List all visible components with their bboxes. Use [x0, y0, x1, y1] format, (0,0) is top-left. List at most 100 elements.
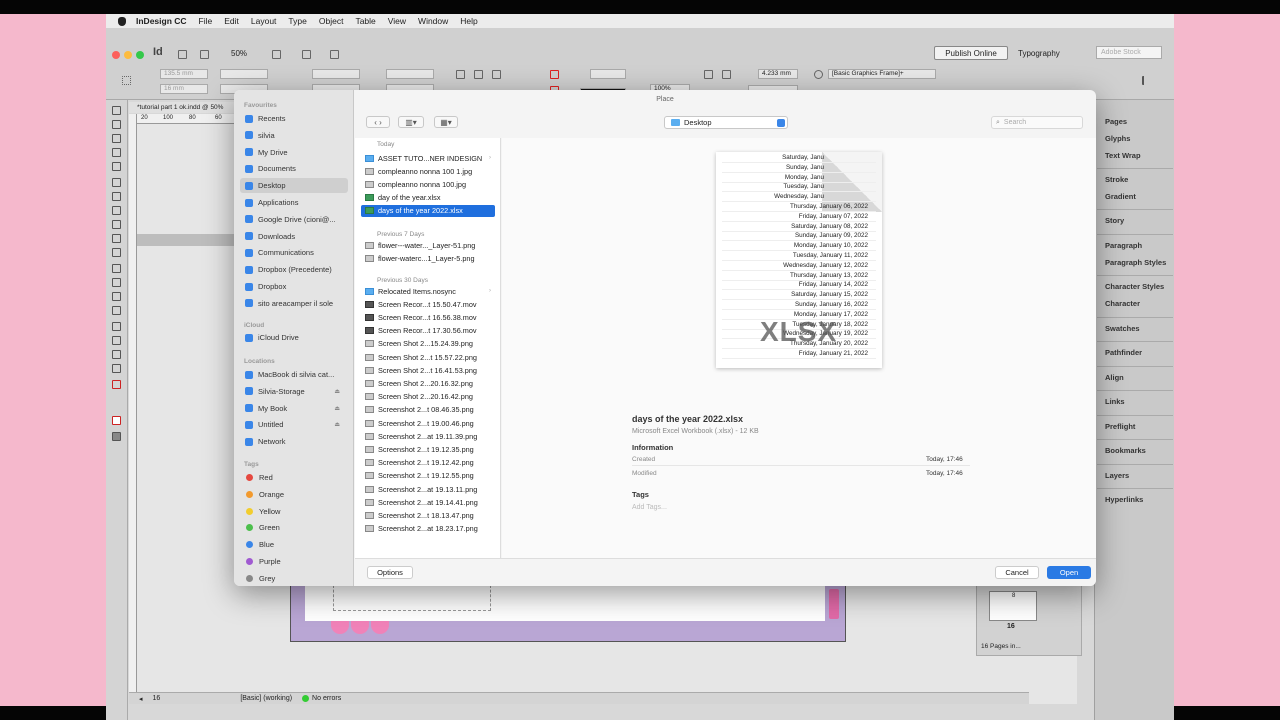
file-row[interactable]: Screenshot 2...t 19.12.35.png	[361, 443, 495, 455]
file-row[interactable]: ASSET TUTO...NER INDESIGN ›	[361, 152, 495, 164]
stroke-offset-field[interactable]: 4.233 mm	[758, 69, 798, 79]
width-field[interactable]	[220, 69, 268, 79]
sidebar-item-macbook-di-silvia-cat-[interactable]: MacBook di silvia cat...	[240, 367, 348, 382]
panel-pages[interactable]: Pages	[1105, 117, 1127, 126]
fitting-content-icon[interactable]	[722, 70, 731, 79]
file-row[interactable]: Screen Shot 2...t 16.41.53.png	[361, 364, 495, 376]
view-options-icon[interactable]	[272, 50, 281, 59]
back-forward-buttons[interactable]: ‹ ›	[366, 116, 390, 128]
file-row[interactable]: Screenshot 2...at 19.11.39.png	[361, 430, 495, 442]
gradient-feather-tool-icon[interactable]	[112, 306, 121, 315]
file-row[interactable]: Screenshot 2...t 08.46.35.png	[361, 404, 495, 416]
file-row[interactable]: day of the year.xlsx	[361, 192, 495, 204]
menu-edit[interactable]: Edit	[224, 16, 239, 26]
sidebar-tag-purple[interactable]: Purple	[240, 554, 348, 569]
sidebar-item-google-drive-cioni-[interactable]: Google Drive (cioni@...	[240, 212, 348, 227]
menu-layout[interactable]: Layout	[251, 16, 277, 26]
panel-links[interactable]: Links	[1105, 397, 1125, 406]
sidebar-item-communications[interactable]: Communications	[240, 245, 348, 260]
search-input[interactable]: ⌕ Search	[991, 116, 1083, 129]
panel-gradient[interactable]: Gradient	[1105, 192, 1136, 201]
close-window-button[interactable]	[112, 51, 120, 59]
eject-icon[interactable]: ⏏	[334, 405, 340, 412]
fitting-icon[interactable]	[704, 70, 713, 79]
panel-paragraph[interactable]: Paragraph	[1105, 241, 1142, 250]
sidebar-item-desktop[interactable]: Desktop	[240, 178, 348, 194]
file-row[interactable]: compleanno nonna 100 1.jpg	[361, 165, 495, 177]
file-row[interactable]: Screen Shot 2...20.16.42.png	[361, 391, 495, 403]
y-position-field[interactable]: 16 mm	[160, 84, 208, 94]
lightning-icon[interactable]	[1142, 76, 1151, 85]
eyedropper-tool-icon[interactable]	[112, 336, 121, 345]
text-frame[interactable]	[333, 585, 491, 611]
adobe-stock-search[interactable]: Adobe Stock	[1096, 46, 1162, 59]
sidebar-tag-orange[interactable]: Orange	[240, 487, 348, 502]
panel-swatches[interactable]: Swatches	[1105, 324, 1140, 333]
reference-point-icon[interactable]	[122, 76, 131, 85]
panel-preflight[interactable]: Preflight	[1105, 422, 1135, 431]
panel-layers[interactable]: Layers	[1105, 471, 1129, 480]
panel-align[interactable]: Align	[1105, 373, 1124, 382]
file-row[interactable]: days of the year 2022.xlsx	[361, 204, 495, 217]
screen-mode-tool-icon[interactable]	[112, 432, 121, 441]
sidebar-item-sito-areacamper-il-sole[interactable]: sito areacamper il sole	[240, 296, 348, 311]
file-row[interactable]: Screenshot 2...t 18.13.47.png	[361, 509, 495, 521]
minimize-window-button[interactable]	[124, 51, 132, 59]
menu-object[interactable]: Object	[319, 16, 344, 26]
sidebar-tag-yellow[interactable]: Yellow	[240, 504, 348, 519]
line-tool-icon[interactable]	[112, 192, 121, 201]
file-row[interactable]: compleanno nonna 100.jpg	[361, 178, 495, 190]
publish-online-button[interactable]: Publish Online	[934, 46, 1008, 60]
content-collector-icon[interactable]	[112, 162, 121, 171]
panel-stroke[interactable]: Stroke	[1105, 175, 1128, 184]
file-row[interactable]: Screenshot 2...at 19.13.11.png	[361, 483, 495, 495]
page-thumbnail[interactable]: 8	[989, 591, 1037, 621]
panel-hyperlinks[interactable]: Hyperlinks	[1105, 495, 1143, 504]
screen-mode-icon[interactable]	[302, 50, 311, 59]
sidebar-tag-grey[interactable]: Grey	[240, 571, 348, 586]
panel-bookmarks[interactable]: Bookmarks	[1105, 446, 1146, 455]
gear-icon[interactable]	[814, 70, 823, 79]
file-row[interactable]: Screenshot 2...t 19.12.42.png	[361, 457, 495, 469]
group-icon[interactable]: ▦▾	[434, 116, 458, 128]
page-spread[interactable]	[290, 584, 846, 642]
type-tool-icon[interactable]	[112, 178, 121, 187]
free-transform-tool-icon[interactable]	[112, 278, 121, 287]
sidebar-item-dropbox-precedente-[interactable]: Dropbox (Precedente)	[240, 262, 348, 277]
preflight-status[interactable]: No errors	[312, 695, 341, 702]
sidebar-tag-green[interactable]: Green	[240, 520, 348, 535]
sidebar-item-my-drive[interactable]: My Drive	[240, 145, 348, 160]
menu-file[interactable]: File	[199, 16, 213, 26]
select-container-icon[interactable]	[492, 70, 501, 79]
flip-icon[interactable]	[474, 70, 483, 79]
panel-pathfinder[interactable]: Pathfinder	[1105, 348, 1142, 357]
sidebar-tag-red[interactable]: Red	[240, 470, 348, 485]
rectangle-frame-tool-icon[interactable]	[112, 234, 121, 243]
gap-tool-icon[interactable]	[112, 148, 121, 157]
location-popup[interactable]: Desktop	[664, 116, 788, 129]
file-row[interactable]: Screen Recor...t 16.56.38.mov	[361, 311, 495, 323]
menu-help[interactable]: Help	[460, 16, 477, 26]
sidebar-item-icloud-drive[interactable]: iCloud Drive	[240, 330, 348, 345]
sidebar-item-untitled[interactable]: Untitled ⏏	[240, 417, 348, 432]
sidebar-item-network[interactable]: Network	[240, 434, 348, 449]
apply-none-icon[interactable]	[112, 416, 121, 425]
preflight-profile[interactable]: [Basic] (working)	[240, 695, 292, 702]
rotation-field[interactable]	[386, 69, 434, 79]
arrange-documents-icon[interactable]	[330, 50, 339, 59]
file-row[interactable]: Relocated Items.nosync ›	[361, 285, 495, 297]
page-number-field[interactable]: 16	[153, 695, 161, 702]
panel-text-wrap[interactable]: Text Wrap	[1105, 151, 1141, 160]
add-tags-field[interactable]: Add Tags...	[632, 504, 667, 511]
sidebar-item-silvia[interactable]: silvia	[240, 128, 348, 143]
page-tool-icon[interactable]	[112, 134, 121, 143]
hand-tool-icon[interactable]	[112, 350, 121, 359]
eject-icon[interactable]: ⏏	[334, 421, 340, 428]
panel-story[interactable]: Story	[1105, 216, 1124, 225]
zoom-tool-icon[interactable]	[112, 364, 121, 373]
sidebar-item-documents[interactable]: Documents	[240, 161, 348, 176]
file-row[interactable]: Screen Recor...t 15.50.47.mov	[361, 298, 495, 310]
panel-character-styles[interactable]: Character Styles	[1105, 282, 1164, 291]
file-row[interactable]: flower-waterc...1_Layer-5.png	[361, 252, 495, 264]
file-row[interactable]: Screen Recor...t 17.30.56.mov	[361, 325, 495, 337]
